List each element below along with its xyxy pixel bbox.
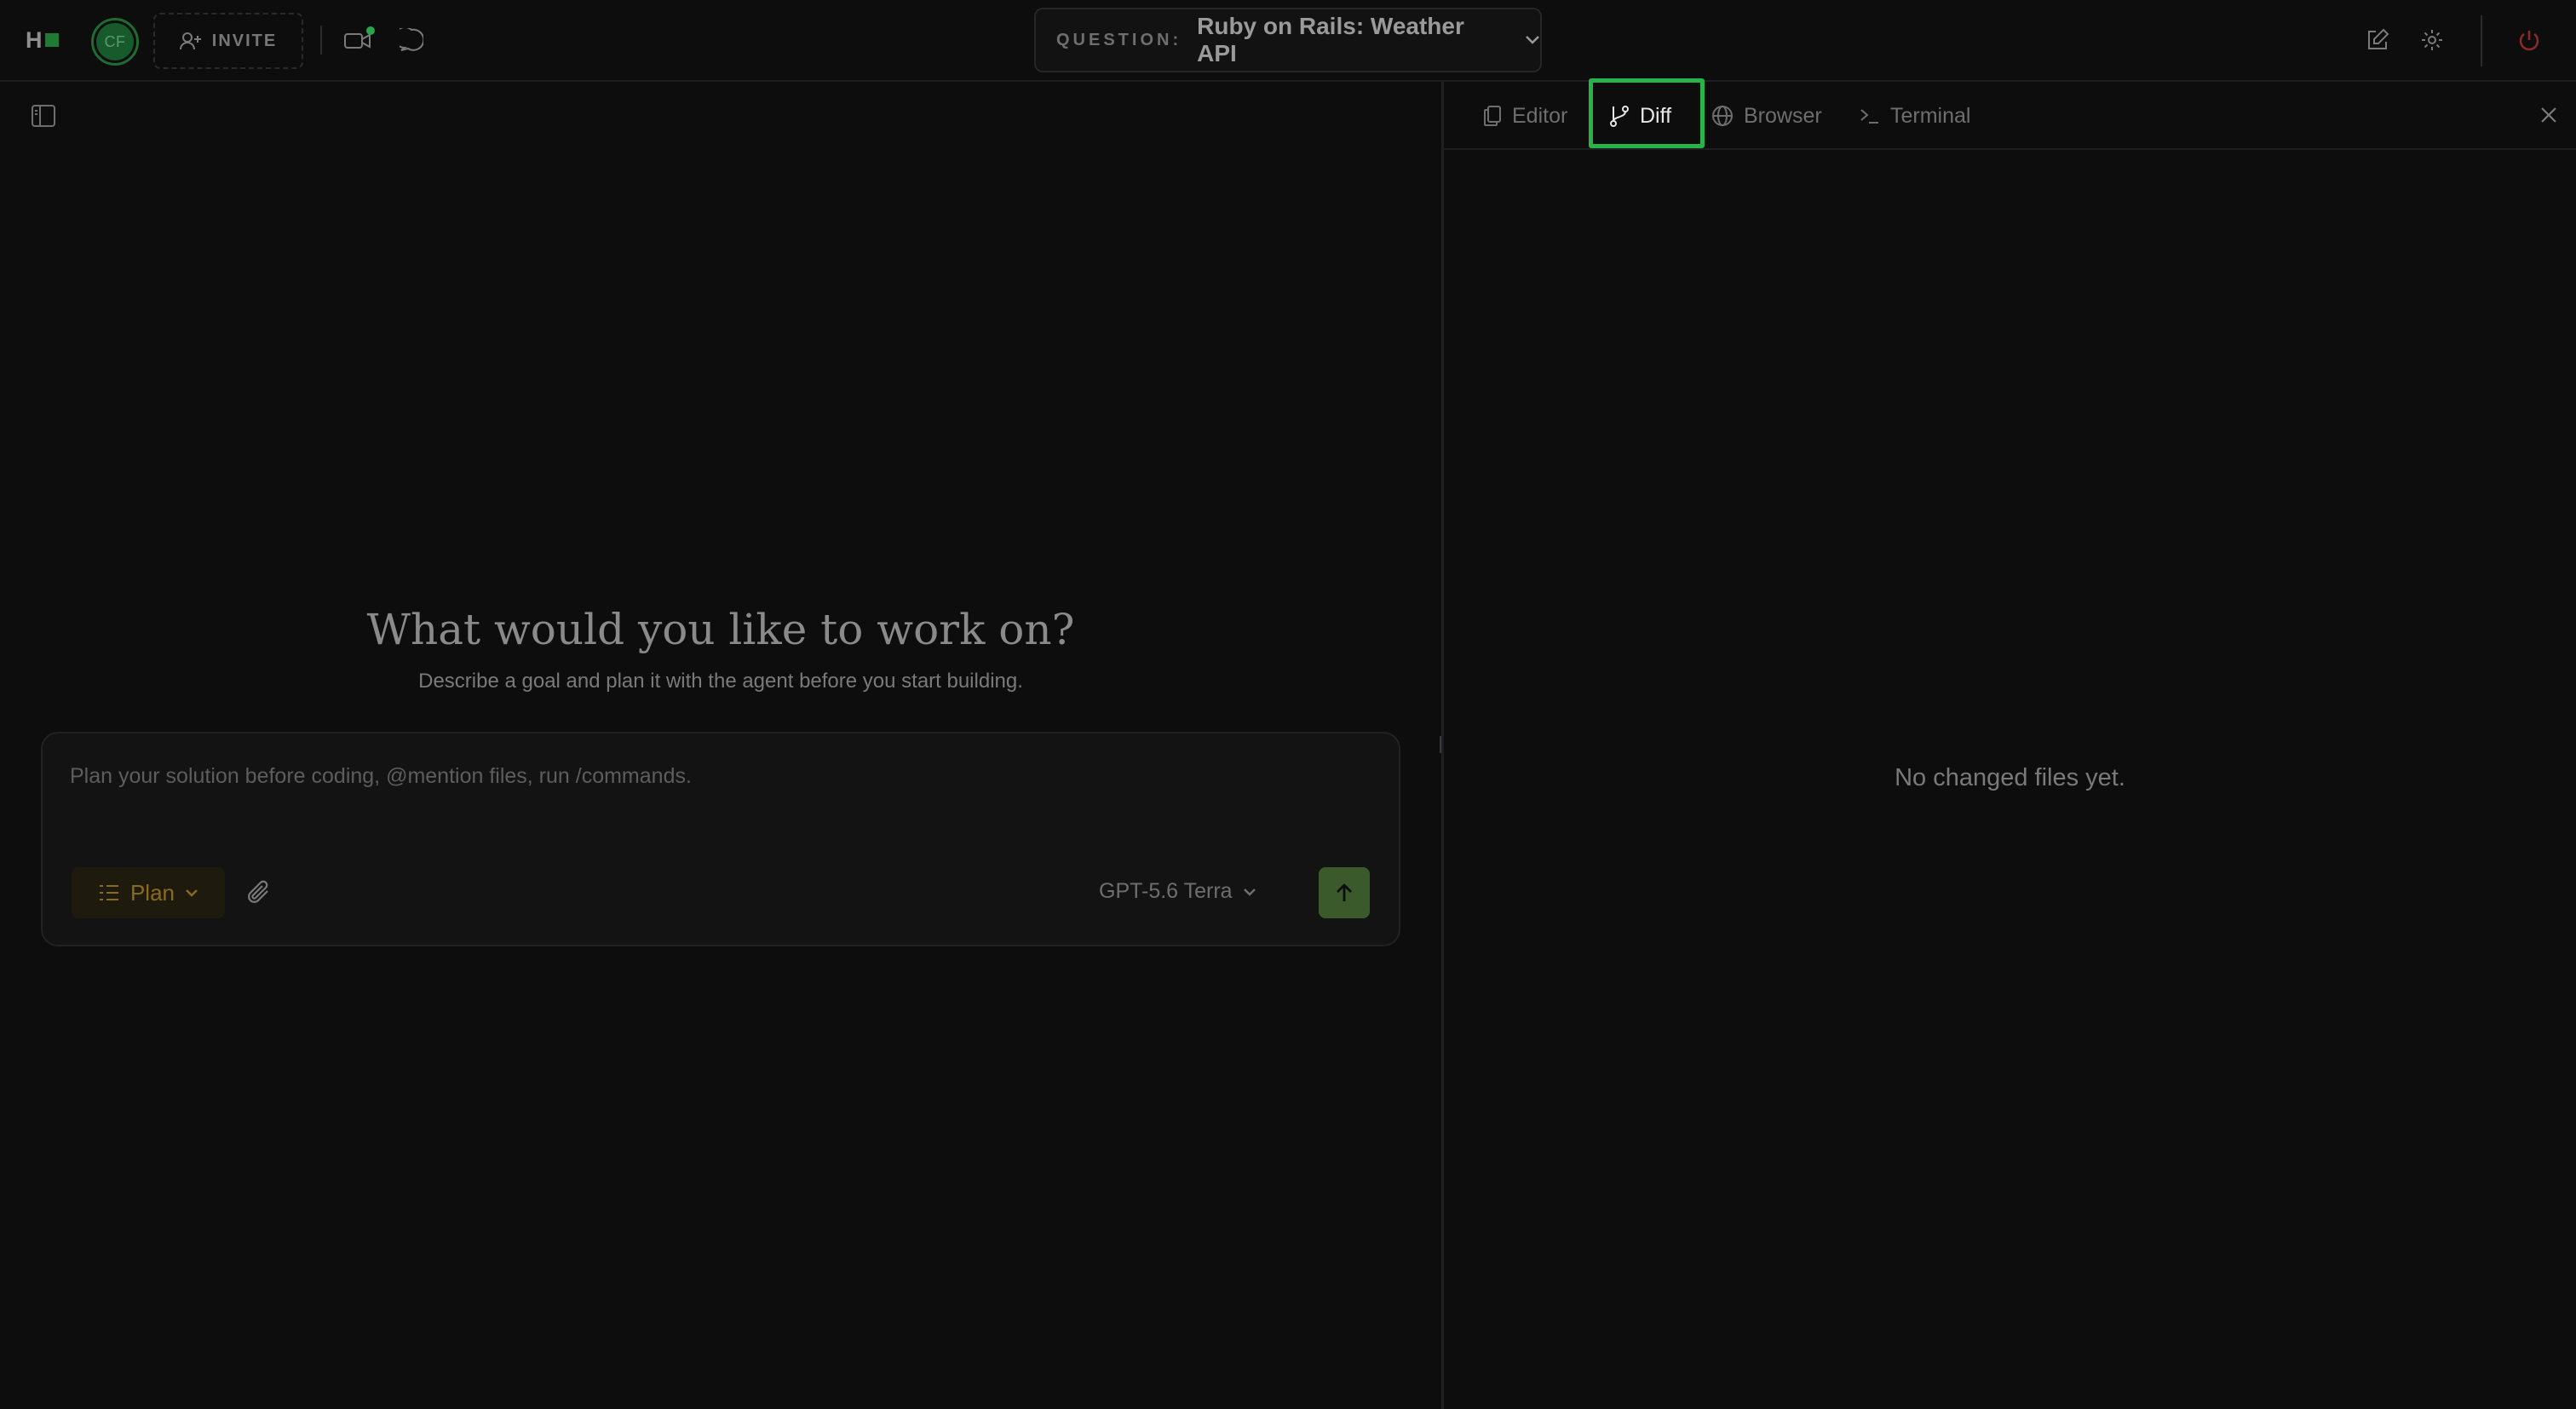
video-call-button[interactable] — [344, 26, 375, 51]
avatar-initials: CF — [96, 23, 134, 60]
live-indicator-dot — [366, 26, 375, 35]
power-icon — [2517, 28, 2541, 52]
mode-select-button[interactable]: Plan — [72, 867, 225, 918]
chat-bubble-icon — [400, 28, 423, 52]
logo-mark — [44, 33, 59, 47]
edit-button[interactable] — [2365, 27, 2390, 53]
model-label: GPT-5.6 Terra — [1099, 879, 1233, 903]
paperclip-icon — [247, 880, 271, 906]
question-selector[interactable]: QUESTION: Ruby on Rails: Weather API — [1034, 8, 1542, 72]
empty-state-message: No changed files yet. — [1895, 764, 2125, 791]
video-camera-icon — [344, 26, 375, 50]
attach-file-button[interactable] — [247, 880, 271, 906]
tab-terminal-label: Terminal — [1890, 103, 1971, 128]
hero-subtitle: Describe a goal and plan it with the age… — [418, 670, 1023, 693]
toolbar-divider — [320, 26, 322, 55]
files-icon — [1483, 105, 1502, 127]
terminal-icon — [1860, 106, 1880, 125]
chevron-down-icon — [1243, 888, 1256, 896]
add-user-icon — [179, 31, 202, 51]
toolbar-divider-right — [2481, 15, 2482, 66]
checklist-icon — [98, 883, 120, 902]
model-select[interactable]: GPT-5.6 Terra — [1099, 879, 1256, 904]
chevron-down-icon — [185, 889, 198, 897]
invite-label: INVITE — [211, 31, 278, 50]
tab-editor-label: Editor — [1512, 103, 1568, 128]
settings-button[interactable] — [2419, 27, 2445, 53]
app-logo[interactable]: H — [26, 26, 59, 53]
globe-icon — [1711, 105, 1734, 127]
arrow-up-icon — [1335, 883, 1354, 903]
invite-button[interactable]: INVITE — [153, 13, 303, 69]
avatar[interactable]: CF — [91, 18, 139, 66]
question-label: QUESTION: — [1056, 30, 1182, 49]
close-panel-button[interactable] — [2539, 106, 2558, 124]
prompt-input[interactable]: Plan your solution before coding, @menti… — [70, 764, 1348, 789]
logo-letter: H — [26, 26, 43, 53]
chevron-down-icon — [1525, 35, 1540, 45]
toggle-sidebar-button[interactable] — [31, 104, 56, 128]
tab-editor[interactable]: Editor — [1483, 82, 1567, 150]
send-button[interactable] — [1319, 867, 1370, 918]
workspace-tabs: Editor Diff Browser Terminal — [1444, 78, 2576, 150]
close-icon — [2539, 106, 2558, 124]
sidebar-icon — [31, 104, 56, 128]
power-button[interactable] — [2516, 27, 2542, 53]
top-bar: H CF INVITE QUESTION: Ruby on Rails: Wea… — [0, 0, 2576, 82]
mode-label: Plan — [129, 879, 175, 906]
gear-icon — [2420, 28, 2444, 52]
tab-browser[interactable]: Browser — [1711, 82, 1822, 150]
workspace-panel: Editor Diff Browser Terminal No changed … — [1444, 78, 2576, 1409]
prompt-composer: Plan your solution before coding, @menti… — [41, 732, 1400, 946]
tab-terminal[interactable]: Terminal — [1860, 82, 1970, 150]
chat-button[interactable] — [399, 27, 424, 53]
tab-selection-highlight — [1589, 78, 1705, 148]
hero-title: What would you like to work on? — [366, 605, 1075, 654]
question-title: Ruby on Rails: Weather API — [1197, 13, 1464, 66]
edit-icon — [2366, 28, 2389, 52]
tab-browser-label: Browser — [1744, 103, 1822, 128]
